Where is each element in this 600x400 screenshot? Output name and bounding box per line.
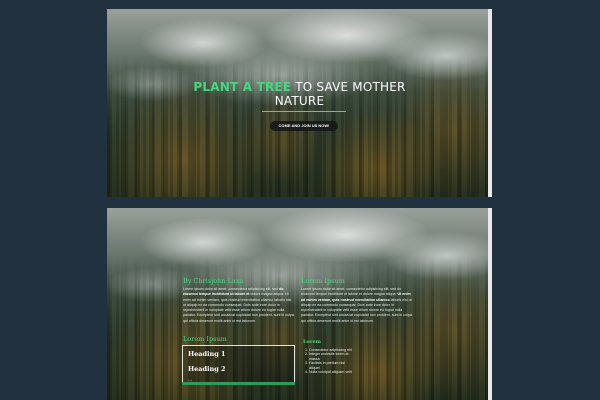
right-para-text-1: Lorem ipsum dolor sit amet, consectetur … xyxy=(301,287,402,297)
hero-title: PLANT A TREE TO SAVE MOTHER NATURE xyxy=(107,80,492,108)
right-column-title: Lorem Ipsum xyxy=(301,277,345,285)
author-title: By Chrisjohn Laxa xyxy=(183,277,244,285)
hero-section: PLANT A TREE TO SAVE MOTHER NATURE COME … xyxy=(107,9,492,197)
hero-title-rest: TO SAVE MOTHER xyxy=(291,80,406,94)
hero-divider xyxy=(262,111,346,112)
list-title: Lorem xyxy=(303,339,321,345)
headings-box: Heading 1 Heading 2 ... xyxy=(182,345,295,385)
list-item: Facilisis in pretium nisl aliquet xyxy=(309,361,353,370)
hero-title-accent: PLANT A TREE xyxy=(193,80,292,94)
left-para-text-2: dolore magna aliqua. Ut enim ad minim ve… xyxy=(183,292,294,323)
left-paragraph: Lorem ipsum dolor sit amet, consectetur … xyxy=(183,287,295,324)
numbered-list: Consectetur adipisicing elit Integer mol… xyxy=(303,348,353,374)
box-accent-bar xyxy=(182,382,295,385)
scrollbar[interactable] xyxy=(488,208,492,400)
hero-title-line2: NATURE xyxy=(274,94,325,108)
join-us-button[interactable]: COME AND JOIN US NOW! xyxy=(270,121,338,131)
heading-1[interactable]: Heading 1 xyxy=(188,350,226,358)
heading-2[interactable]: Heading 2 xyxy=(188,365,226,373)
left-para-text-1: Lorem ipsum dolor sit amet, consectetur … xyxy=(183,287,279,291)
list-item: Integer molestie lorem at massa xyxy=(309,352,353,361)
list-item: Nulla volutpat aliquam velit xyxy=(309,370,353,374)
box-section-title: Lorem Ipsum xyxy=(183,335,227,343)
content-section: By Chrisjohn Laxa Lorem ipsum dolor sit … xyxy=(107,208,492,400)
right-paragraph: Lorem ipsum dolor sit amet, consectetur … xyxy=(301,287,413,324)
scrollbar[interactable] xyxy=(488,9,492,197)
forest-background-image xyxy=(107,208,492,400)
